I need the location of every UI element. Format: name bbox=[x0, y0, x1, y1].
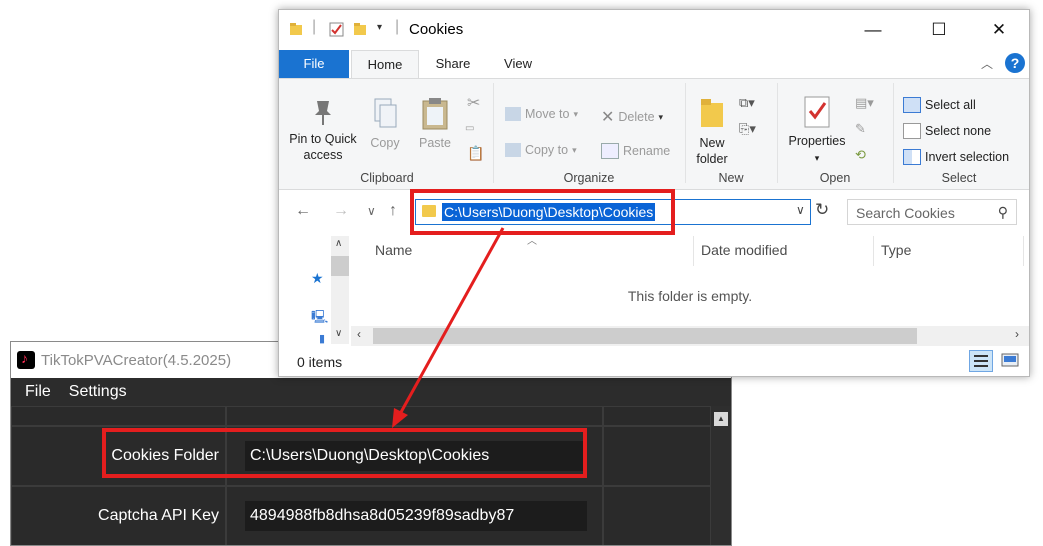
pointer-arrow bbox=[392, 227, 505, 428]
